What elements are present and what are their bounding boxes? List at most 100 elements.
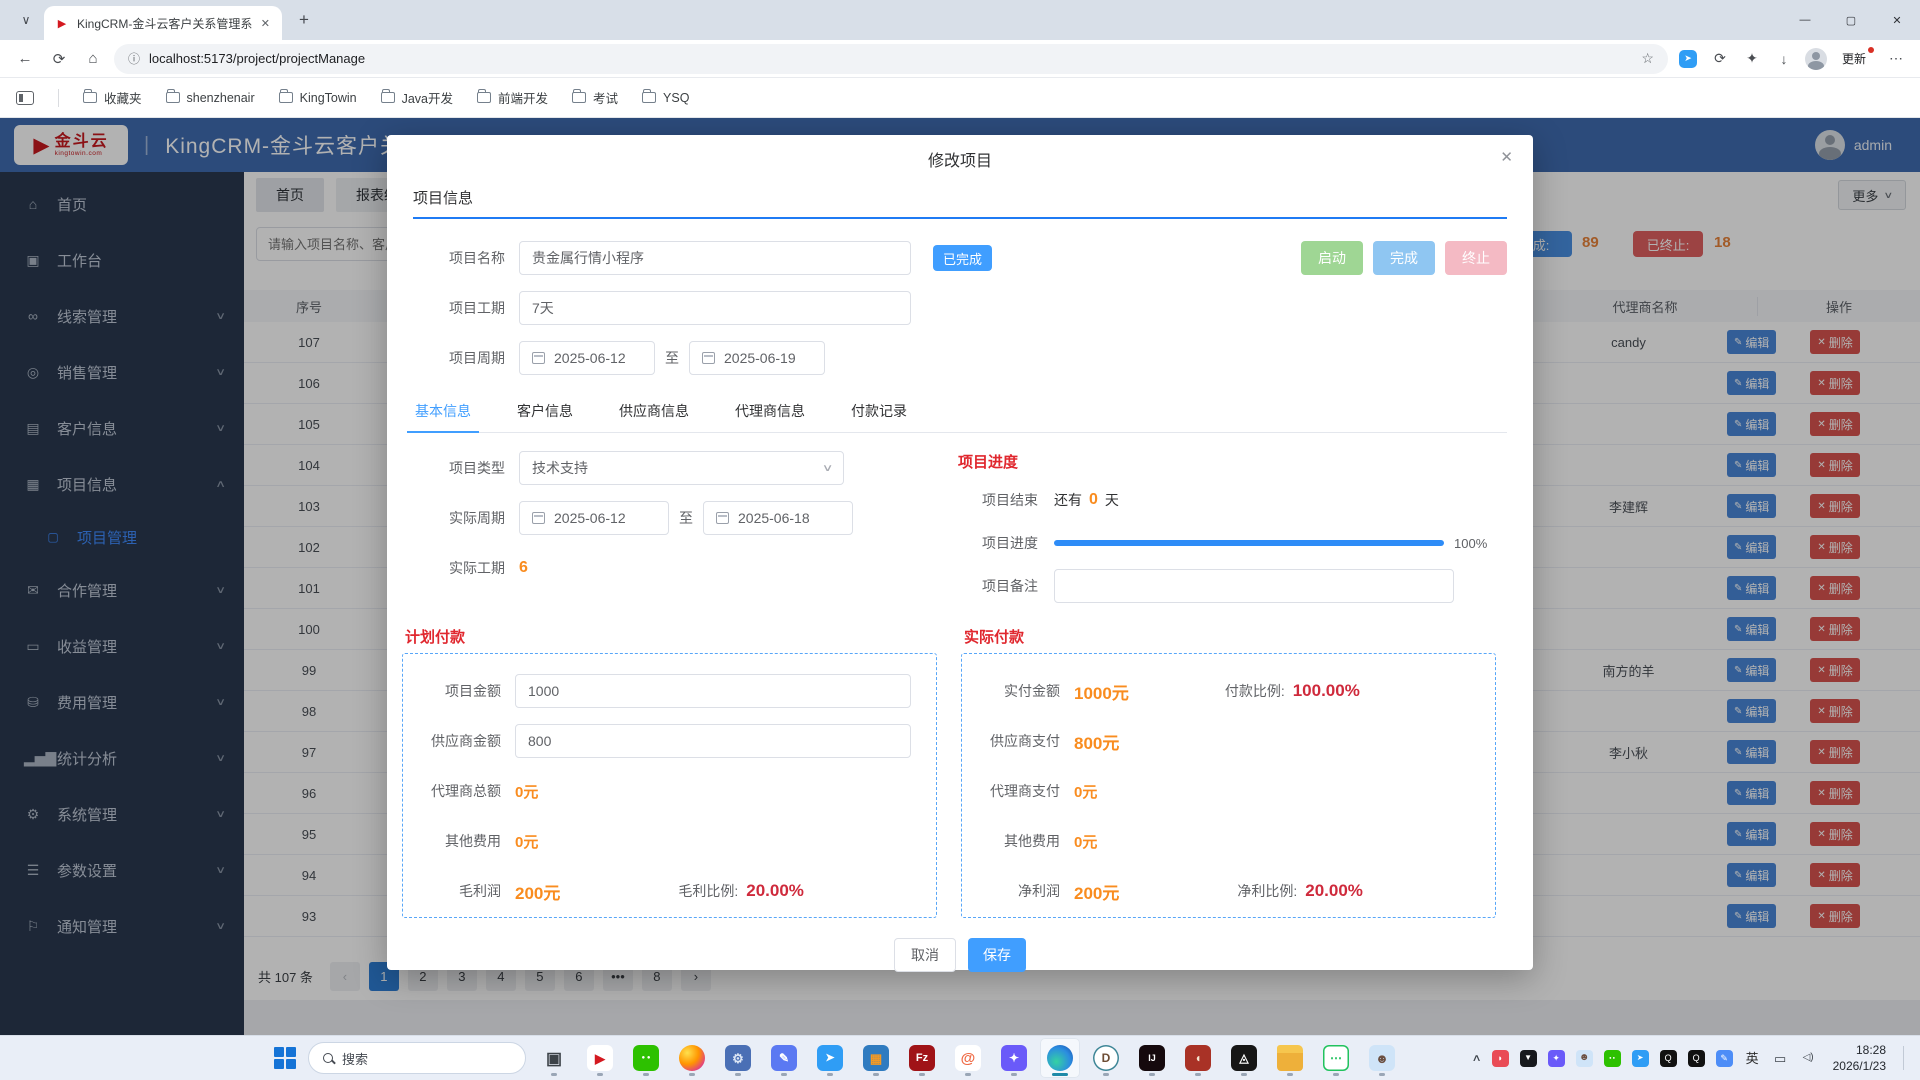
end-label: 项目结束 <box>958 490 1054 510</box>
period-end-datepicker[interactable]: 2025-06-19 <box>689 341 825 375</box>
url-text[interactable]: localhost:5173/project/projectManage <box>149 51 1632 66</box>
purple-app-icon[interactable]: ✦ <box>994 1038 1034 1078</box>
tray-expand-icon[interactable]: ∧ <box>1472 1053 1482 1064</box>
project-name-input[interactable] <box>519 241 911 275</box>
terminate-button[interactable]: 终止 <box>1445 241 1507 275</box>
taskbar-search[interactable]: 搜索 <box>308 1042 526 1074</box>
bookmark-folder[interactable]: 前端开发 <box>477 88 548 107</box>
pen-app-icon[interactable]: ✎ <box>764 1038 804 1078</box>
edge-app-icon[interactable] <box>1040 1038 1080 1078</box>
snail-app-icon[interactable]: @ <box>948 1038 988 1078</box>
note-input[interactable] <box>1054 569 1454 603</box>
network-icon[interactable]: ▭ <box>1772 1050 1789 1067</box>
browser-tab-strip: ∨ ▶ KingCRM-金斗云客户关系管理系统 ✕ + — ▢ ✕ <box>0 0 1920 40</box>
gross-profit-value: 200元 <box>515 879 560 904</box>
bookmark-folder[interactable]: 收藏夹 <box>83 88 142 107</box>
bookmark-folder[interactable]: shenzhenair <box>166 91 255 105</box>
tray-shield-app-icon[interactable]: ▼ <box>1520 1050 1537 1067</box>
file-explorer-icon[interactable] <box>1270 1038 1310 1078</box>
girl-avatar-app-icon[interactable]: ☻ <box>1362 1038 1402 1078</box>
other-paid-value: 0元 <box>1074 831 1097 852</box>
volume-icon[interactable]: ◁) <box>1800 1050 1817 1067</box>
duration-input[interactable] <box>519 291 911 325</box>
maximize-button[interactable]: ▢ <box>1828 0 1874 40</box>
site-info-icon[interactable]: ⓘ <box>128 50 140 67</box>
bookmarks-bar: 收藏夹 shenzhenair KingTowin Java开发 <box>0 78 1920 118</box>
intellij-app-icon[interactable]: IJ <box>1132 1038 1172 1078</box>
profile-button[interactable] <box>1804 47 1828 71</box>
modal-tab[interactable]: 供应商信息 <box>617 391 691 432</box>
collections-icon[interactable]: ✦ <box>1740 47 1764 71</box>
actual-end-datepicker[interactable]: 2025-06-18 <box>703 501 853 535</box>
sync-icon[interactable]: ⟳ <box>1708 47 1732 71</box>
tray-purple-app-icon[interactable]: ✦ <box>1548 1050 1565 1067</box>
downloads-button[interactable]: ↓ <box>1772 47 1796 71</box>
cancel-button[interactable]: 取消 <box>894 938 956 972</box>
modal-tab[interactable]: 付款记录 <box>849 391 909 432</box>
home-button[interactable]: ⌂ <box>80 46 106 72</box>
address-bar[interactable]: ⓘ localhost:5173/project/projectManage ☆ <box>114 44 1668 74</box>
tray-wechat-icon[interactable]: ● ● <box>1604 1050 1621 1067</box>
pay-ratio-label: 付款比例: <box>1225 681 1285 701</box>
firefox-app-icon[interactable] <box>672 1038 712 1078</box>
window-close-button[interactable]: ✕ <box>1874 0 1920 40</box>
calendar-icon <box>702 352 715 364</box>
tab-search-button[interactable]: ∨ <box>12 6 40 34</box>
tray-pen-app-icon[interactable]: ✎ <box>1716 1050 1733 1067</box>
new-tab-button[interactable]: + <box>290 6 318 34</box>
dbeaver-app-icon[interactable]: D <box>1086 1038 1126 1078</box>
bookmark-folder[interactable]: YSQ <box>642 91 689 105</box>
refresh-button[interactable]: ⟳ <box>46 46 72 72</box>
browser-tab[interactable]: ▶ KingCRM-金斗云客户关系管理系统 ✕ <box>44 6 282 40</box>
language-indicator[interactable]: 英 <box>1744 1050 1761 1067</box>
tray-qq-icon-1[interactable]: Q <box>1660 1050 1677 1067</box>
window-controls: — ▢ ✕ <box>1782 0 1920 40</box>
back-button[interactable]: ← <box>12 46 38 72</box>
wechat-app-icon[interactable]: ● ● <box>626 1038 666 1078</box>
remote-desktop-icon[interactable]: ⚙ <box>718 1038 758 1078</box>
kingcrm-app-icon[interactable]: ▶ <box>580 1038 620 1078</box>
chevron-down-icon: ∨ <box>821 463 833 474</box>
bookmark-star-icon[interactable]: ☆ <box>1641 50 1654 67</box>
save-button[interactable]: 保存 <box>968 938 1026 972</box>
calendar-icon <box>532 352 545 364</box>
modal-tab[interactable]: 客户信息 <box>515 391 575 432</box>
vmware-app-icon[interactable]: ▦ <box>856 1038 896 1078</box>
bird-app-icon[interactable]: ➤ <box>810 1038 850 1078</box>
show-desktop-button[interactable] <box>1903 1046 1904 1070</box>
browser-update-button[interactable]: 更新 <box>1836 46 1876 71</box>
period-label: 项目周期 <box>413 348 519 368</box>
bookmark-folder[interactable]: KingTowin <box>279 91 357 105</box>
unity-app-icon[interactable]: ◬ <box>1224 1038 1264 1078</box>
page-viewport: ▶ 金斗云 kingtowin.com | KingCRM-金斗云客户关系管理系… <box>0 118 1920 1035</box>
minimize-button[interactable]: — <box>1782 0 1828 40</box>
task-view-icon[interactable]: ▣ <box>534 1038 574 1078</box>
bird-extension-icon[interactable]: ➤ <box>1676 47 1700 71</box>
supplier-amount-input[interactable] <box>515 724 911 758</box>
actual-start-datepicker[interactable]: 2025-06-12 <box>519 501 669 535</box>
tray-blue-app-icon[interactable]: ➤ <box>1632 1050 1649 1067</box>
music-app-icon[interactable]: ◖ <box>1178 1038 1218 1078</box>
start-button[interactable]: 启动 <box>1301 241 1363 275</box>
tray-qq-icon-2[interactable]: Q <box>1688 1050 1705 1067</box>
tray-avatar-icon[interactable]: ☻ <box>1576 1050 1593 1067</box>
modal-tab[interactable]: 代理商信息 <box>733 391 807 432</box>
tray-red-app-icon[interactable]: ◗ <box>1492 1050 1509 1067</box>
bookmark-folder[interactable]: Java开发 <box>381 88 453 107</box>
browser-menu-button[interactable]: ⋯ <box>1884 47 1908 71</box>
clock[interactable]: 18:28 2026/1/23 <box>1833 1042 1886 1074</box>
project-amount-input[interactable] <box>515 674 911 708</box>
start-button[interactable] <box>274 1047 296 1069</box>
tab-close-icon[interactable]: ✕ <box>259 17 272 30</box>
agent-paid-value: 0元 <box>1074 781 1097 802</box>
modal-tab[interactable]: 基本信息 <box>413 391 473 432</box>
reading-list-icon[interactable] <box>16 91 34 105</box>
bookmark-folder[interactable]: 考试 <box>572 88 618 107</box>
project-type-select[interactable]: 技术支持 ∨ <box>519 451 844 485</box>
filezilla-app-icon[interactable]: Fz <box>902 1038 942 1078</box>
finish-button[interactable]: 完成 <box>1373 241 1435 275</box>
close-icon[interactable]: ✕ <box>1500 148 1513 166</box>
period-start-datepicker[interactable]: 2025-06-12 <box>519 341 655 375</box>
supplier-paid-value: 800元 <box>1074 729 1119 754</box>
chat-app-icon[interactable]: ⋯ <box>1316 1038 1356 1078</box>
